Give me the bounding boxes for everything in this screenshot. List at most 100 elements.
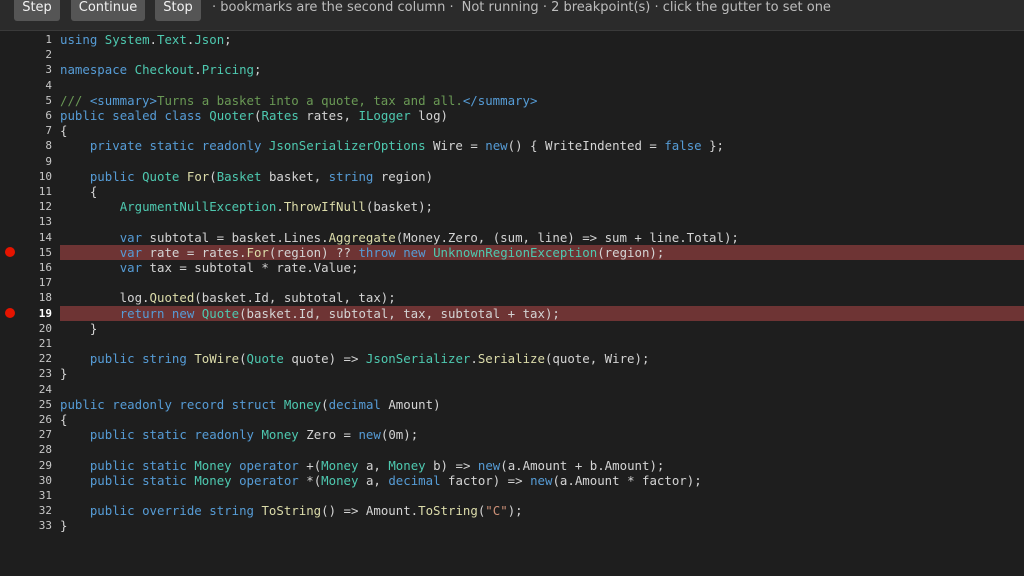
code-line: 30 public static Money operator *(Money … bbox=[0, 473, 1024, 488]
code-text: { bbox=[60, 412, 68, 427]
line-number[interactable]: 6 bbox=[20, 108, 52, 123]
line-number[interactable]: 24 bbox=[20, 382, 52, 397]
line-number[interactable]: 9 bbox=[20, 154, 52, 169]
code-text: log.Quoted(basket.Id, subtotal, tax); bbox=[60, 290, 396, 306]
code-text: { bbox=[60, 123, 68, 139]
line-number[interactable]: 13 bbox=[20, 214, 52, 229]
code-editor[interactable]: 1 using System.Text.Json; 2 3 namespace Chec… bbox=[0, 31, 1024, 576]
code-text: using System.Text.Json; bbox=[60, 32, 232, 47]
code-line: 15 var rate = rates.For(region) ?? throw… bbox=[0, 244, 1024, 260]
line-number[interactable]: 1 bbox=[20, 32, 52, 47]
code-text: public string ToWire(Quote quote) => Jso… bbox=[89, 351, 650, 367]
code-text: } bbox=[60, 320, 98, 336]
breakpoint-icon[interactable] bbox=[5, 307, 15, 318]
code-line: 3 namespace Checkout.Pricing; bbox=[0, 62, 1024, 77]
code-line: 19 return new Quote(basket.Id, subtotal,… bbox=[0, 305, 1024, 321]
code-line: 2 bbox=[0, 47, 1024, 62]
code-text: /// <summary>Turns a basket into a quote… bbox=[60, 92, 538, 108]
code-text: var subtotal = basket.Lines.Aggregate(Mo… bbox=[119, 229, 739, 245]
debug-status: · bookmarks are the second column · Not r… bbox=[212, 0, 831, 16]
code-text: } bbox=[60, 366, 68, 382]
code-line: 21 bbox=[0, 336, 1024, 351]
line-number[interactable]: 30 bbox=[20, 473, 52, 488]
code-text: var rate = rates.For(region) ?? throw ne… bbox=[60, 244, 1024, 260]
line-number[interactable]: 21 bbox=[20, 336, 52, 351]
code-line: 1 using System.Text.Json; bbox=[0, 32, 1024, 47]
line-number[interactable]: 18 bbox=[20, 290, 52, 305]
code-line: 16 var tax = subtotal * rate.Value; bbox=[0, 260, 1024, 275]
line-number[interactable]: 3 bbox=[20, 62, 52, 77]
code-line: 10 public Quote For(Basket basket, strin… bbox=[0, 169, 1024, 184]
line-number[interactable]: 16 bbox=[20, 260, 52, 275]
line-number[interactable]: 28 bbox=[20, 442, 52, 457]
line-number[interactable]: 20 bbox=[20, 321, 52, 336]
stop-button[interactable]: Stop bbox=[155, 0, 201, 21]
line-number[interactable]: 25 bbox=[20, 397, 52, 412]
line-number[interactable]: 29 bbox=[20, 458, 52, 473]
code-line: 12 ArgumentNullException.ThrowIfNull(bas… bbox=[0, 199, 1024, 214]
line-number[interactable]: 10 bbox=[20, 169, 52, 184]
code-text: public readonly record struct Money(deci… bbox=[60, 396, 441, 412]
code-text: public sealed class Quoter(Rates rates, … bbox=[60, 108, 449, 123]
breakpoint-icon[interactable] bbox=[5, 246, 15, 257]
status-hint: · bookmarks are the second column · bbox=[212, 0, 454, 15]
code-line: 28 bbox=[0, 442, 1024, 457]
line-number[interactable]: 22 bbox=[20, 351, 52, 366]
continue-button[interactable]: Continue bbox=[71, 0, 145, 21]
code-line: 25 public readonly record struct Money(de… bbox=[0, 397, 1024, 412]
code-text: public override string ToString() => Amo… bbox=[89, 503, 523, 519]
line-number[interactable]: 23 bbox=[20, 366, 52, 381]
code-text: public static Money operator +(Money a, … bbox=[89, 457, 665, 473]
code-text: ArgumentNullException.ThrowIfNull(basket… bbox=[119, 199, 434, 215]
step-button[interactable]: Step bbox=[14, 0, 60, 21]
code-line: 33} bbox=[0, 518, 1024, 533]
line-number[interactable]: 2 bbox=[20, 47, 52, 62]
code-line: 24 bbox=[0, 382, 1024, 397]
code-line: 14 var subtotal = basket.Lines.Aggregate… bbox=[0, 230, 1024, 245]
line-number[interactable]: 11 bbox=[20, 184, 52, 199]
code-text: public static readonly Money Zero = new(… bbox=[89, 427, 419, 443]
code-text: { bbox=[60, 184, 98, 199]
line-number[interactable]: 8 bbox=[20, 138, 52, 153]
line-number[interactable]: 4 bbox=[20, 78, 52, 93]
code-line: 18 log.Quoted(basket.Id, subtotal, tax); bbox=[0, 290, 1024, 305]
line-number[interactable]: 7 bbox=[20, 123, 52, 138]
code-line: 6 public sealed class Quoter(Rates rates,… bbox=[0, 108, 1024, 123]
code-line: 31 bbox=[0, 488, 1024, 503]
code-line: 13 bbox=[0, 214, 1024, 229]
code-line: 29 public static Money operator +(Money … bbox=[0, 458, 1024, 473]
status-run-state: Not running · 2 breakpoint(s) · click th… bbox=[461, 0, 831, 15]
line-number[interactable]: 26 bbox=[20, 412, 52, 427]
code-text: namespace Checkout.Pricing; bbox=[60, 62, 262, 78]
line-number[interactable]: 31 bbox=[20, 488, 52, 503]
code-line: 27 public static readonly Money Zero = n… bbox=[0, 427, 1024, 442]
code-text: } bbox=[60, 518, 68, 534]
code-line: 7{ bbox=[0, 123, 1024, 138]
code-line: 20 } bbox=[0, 321, 1024, 336]
line-number[interactable]: 32 bbox=[20, 503, 52, 518]
line-number[interactable]: 19 bbox=[20, 306, 52, 321]
line-number[interactable]: 33 bbox=[20, 518, 52, 533]
code-line: 8 private static readonly JsonSerializer… bbox=[0, 138, 1024, 153]
line-number[interactable]: 15 bbox=[20, 245, 52, 260]
line-number[interactable]: 17 bbox=[20, 275, 52, 290]
debug-toolbar: Step Continue Stop · bookmarks are the s… bbox=[0, 0, 1024, 31]
line-number[interactable]: 5 bbox=[20, 93, 52, 108]
code-text: public Quote For(Basket basket, string r… bbox=[89, 168, 434, 184]
code-line: 17 bbox=[0, 275, 1024, 290]
line-number[interactable]: 12 bbox=[20, 199, 52, 214]
code-line: 4 bbox=[0, 78, 1024, 93]
line-number[interactable]: 27 bbox=[20, 427, 52, 442]
line-number[interactable]: 14 bbox=[20, 230, 52, 245]
code-line: 23} bbox=[0, 366, 1024, 381]
code-line: 26 { bbox=[0, 412, 1024, 427]
code-line: 5 /// <summary>Turns a basket into a quot… bbox=[0, 93, 1024, 108]
